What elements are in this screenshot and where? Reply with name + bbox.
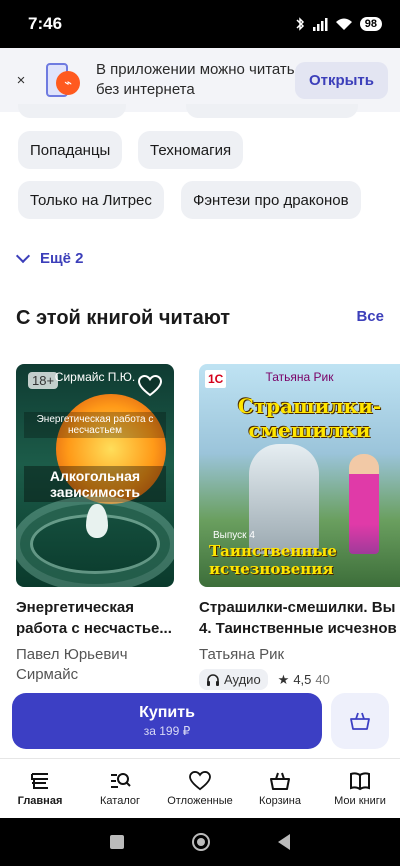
rating: ★ 4,5 40 <box>278 672 330 688</box>
bottom-tab-bar: Главная Каталог Отложенные Корзина Мои к… <box>0 758 400 818</box>
book-author: Татьяна Рик <box>199 646 285 663</box>
book-card[interactable]: Сирмайс П.Ю. Энергетическая работа с нес… <box>16 364 176 685</box>
tab-label: Главная <box>17 794 63 807</box>
tab-home[interactable]: Главная <box>0 759 80 818</box>
book-card[interactable]: 1С Татьяна Рик Страшилки-смешилки Выпуск… <box>199 364 400 690</box>
tag-chip[interactable]: Техномагия <box>138 131 244 169</box>
home-icon <box>31 772 48 789</box>
catalog-search-icon <box>111 772 131 788</box>
status-bar: 7:46 98 <box>0 0 400 48</box>
book-title-line: Энергетическая <box>16 599 134 616</box>
chevron-down-icon <box>15 248 31 264</box>
book-title-line: Страшилки-смешилки. Вы <box>199 599 396 616</box>
rating-count: 40 <box>315 672 330 687</box>
buy-price: за 199 ₽ <box>143 724 191 738</box>
back-icon[interactable] <box>278 834 290 850</box>
system-nav-bar <box>0 818 400 866</box>
status-time: 7:46 <box>28 14 63 33</box>
tag-chip[interactable]: Фэнтези про драконов <box>181 181 361 219</box>
rating-value: 4,5 <box>293 672 312 687</box>
basket-icon <box>270 772 290 790</box>
book-title[interactable]: Энергетическая работа с несчастье... <box>16 597 176 639</box>
cover-author: Татьяна Рик <box>265 370 334 384</box>
audio-label: Аудио <box>224 672 261 687</box>
signal-icon <box>312 17 328 31</box>
tab-saved[interactable]: Отложенные <box>160 759 240 818</box>
bluetooth-icon <box>296 17 304 31</box>
open-book-icon <box>350 771 370 790</box>
tab-label: Корзина <box>259 794 301 807</box>
status-icons: 98 <box>295 17 382 31</box>
tab-label: Каталог <box>100 794 140 807</box>
cover-issue: Выпуск 4 <box>213 530 255 541</box>
tag-chip-partial[interactable] <box>18 104 126 118</box>
basket-icon <box>350 712 370 730</box>
cover-title: Энергетическая работа с несчастьем <box>24 412 166 438</box>
battery-indicator: 98 <box>359 17 382 31</box>
book-author: Павел Юрьевич Сирмайс <box>16 645 176 685</box>
show-more-tags-button[interactable]: Ещё 2 <box>15 248 84 267</box>
home-button-icon[interactable] <box>192 833 210 851</box>
tab-cart[interactable]: Корзина <box>240 759 320 818</box>
add-to-cart-button[interactable] <box>331 693 389 749</box>
book-title-line: 4. Таинственные исчезнов <box>199 620 397 637</box>
cover-subtitle: Алкогольная зависимость <box>24 466 166 502</box>
cover-title: Страшилки-смешилки <box>237 394 382 442</box>
open-app-button[interactable]: Открыть <box>294 61 388 99</box>
heart-icon <box>189 770 211 790</box>
tag-chip[interactable]: Попаданцы <box>18 131 123 169</box>
heart-icon[interactable] <box>136 372 164 400</box>
book-cover[interactable]: Сирмайс П.Ю. Энергетическая работа с нес… <box>16 364 174 587</box>
audio-badge: Аудио <box>199 669 268 690</box>
banner-text: В приложении можно читать без интернета <box>96 61 295 98</box>
buy-label: Купить <box>139 704 195 721</box>
star-icon: ★ <box>277 671 290 687</box>
see-all-link[interactable]: Все <box>356 308 384 325</box>
tag-chip-partial[interactable] <box>186 104 358 118</box>
app-download-banner: × ⌁ В приложении можно читать без интерн… <box>0 48 400 112</box>
section-title: С этой книгой читают <box>16 307 231 329</box>
tab-label: Мои книги <box>334 794 386 807</box>
offline-app-icon: ⌁ <box>42 61 80 99</box>
show-more-label: Ещё 2 <box>40 250 84 267</box>
close-icon[interactable]: × <box>12 71 30 89</box>
age-rating-badge: 18+ <box>28 372 59 389</box>
buy-button[interactable]: Купить за 199 ₽ <box>12 693 322 749</box>
tag-chip[interactable]: Только на Литрес <box>18 181 164 219</box>
headphones-icon <box>207 674 219 686</box>
book-title-line: работа с несчастье... <box>16 620 172 637</box>
book-author-line: Сирмайс <box>16 666 79 683</box>
book-meta: Аудио ★ 4,5 40 <box>199 669 400 690</box>
cover-subtitle: Таинственные исчезновения <box>209 542 337 578</box>
tab-label: Отложенные <box>167 794 233 807</box>
book-author-line: Павел Юрьевич <box>16 646 128 663</box>
tab-my-books[interactable]: Мои книги <box>320 759 400 818</box>
book-title[interactable]: Страшилки-смешилки. Вы 4. Таинственные и… <box>199 597 400 639</box>
book-cover[interactable]: 1С Татьяна Рик Страшилки-смешилки Выпуск… <box>199 364 400 587</box>
wifi-icon <box>335 18 352 30</box>
tab-catalog[interactable]: Каталог <box>80 759 160 818</box>
recents-icon[interactable] <box>110 835 124 849</box>
